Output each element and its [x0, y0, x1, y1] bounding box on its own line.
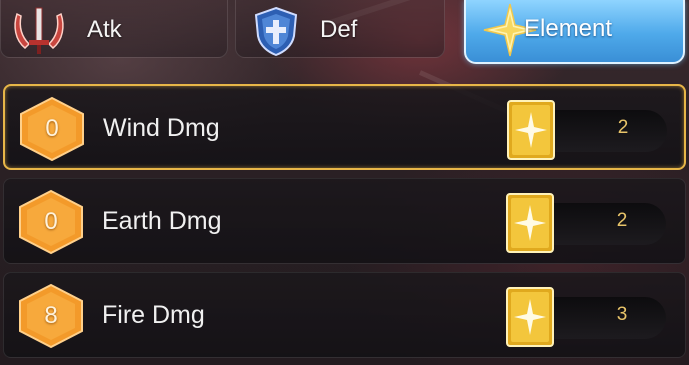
- tab-element[interactable]: Element: [464, 0, 685, 64]
- tab-atk[interactable]: Atk: [0, 0, 228, 58]
- stat-label: Earth Dmg: [102, 207, 222, 235]
- count-value: 2: [617, 117, 629, 138]
- star-card-icon: [506, 193, 554, 253]
- count-value: 3: [616, 304, 628, 325]
- shield-cross-icon: [254, 6, 298, 56]
- stat-row-wind[interactable]: 0 Wind Dmg 2: [3, 84, 686, 170]
- tab-def-label: Def: [320, 16, 358, 43]
- star-card-icon: [506, 287, 554, 347]
- crossed-swords-icon: [14, 7, 64, 54]
- level-value: 0: [45, 115, 59, 142]
- tab-def[interactable]: Def: [235, 0, 445, 58]
- stat-row-earth[interactable]: 0 Earth Dmg 2: [3, 178, 686, 264]
- level-value: 0: [44, 208, 58, 235]
- level-value: 8: [44, 302, 58, 329]
- stat-label: Fire Dmg: [102, 301, 205, 329]
- stat-label: Wind Dmg: [103, 114, 220, 142]
- category-tabs: Atk Def Element: [0, 0, 689, 66]
- tab-element-label: Element: [524, 15, 613, 42]
- stat-row-fire[interactable]: 8 Fire Dmg 3: [3, 272, 686, 358]
- star-card-icon: [507, 100, 555, 160]
- tab-atk-label: Atk: [87, 16, 122, 43]
- count-value: 2: [616, 210, 628, 231]
